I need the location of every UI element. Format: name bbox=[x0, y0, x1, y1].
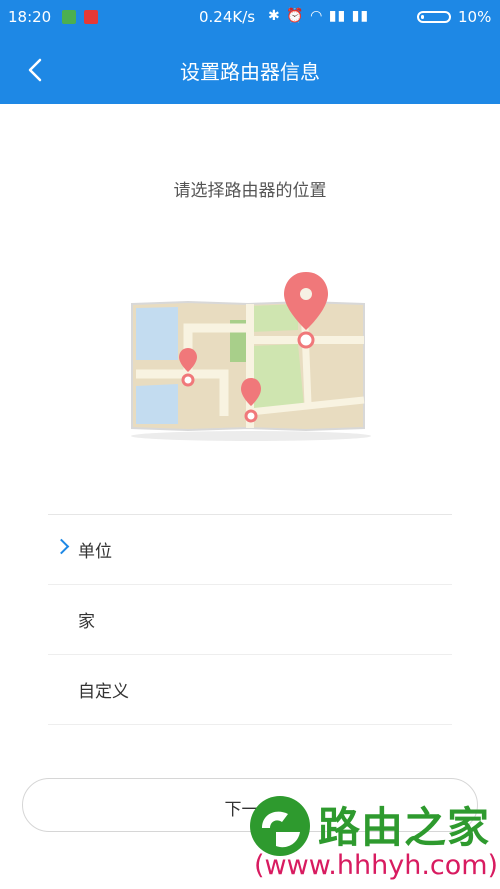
map-location-illustration bbox=[131, 272, 371, 441]
option-label: 家 bbox=[78, 612, 95, 632]
option-label: 单位 bbox=[78, 542, 112, 562]
app-notification-icon bbox=[84, 10, 98, 24]
system-status-icons: ✱ ⏰ ◠ ▮▮ ▮▮ bbox=[268, 8, 369, 24]
alarm-icon: ⏰ bbox=[286, 8, 305, 24]
status-time: 18:20 bbox=[8, 8, 52, 26]
network-speed: 0.24K/s bbox=[199, 8, 256, 26]
option-home[interactable]: 家 bbox=[48, 585, 452, 655]
title-bar: 设置路由器信息 bbox=[0, 36, 500, 104]
shield-notification-icon bbox=[62, 10, 76, 24]
location-options: 单位 家 自定义 bbox=[48, 514, 452, 725]
watermark: 路由之家 (www.hhhyh.com) bbox=[246, 782, 500, 889]
option-custom[interactable]: 自定义 bbox=[48, 655, 452, 725]
watermark-brand: 路由之家 bbox=[318, 803, 491, 852]
signal-icon: ▮▮ bbox=[351, 8, 370, 24]
battery-level bbox=[421, 15, 424, 19]
watermark-url: (www.hhhyh.com) bbox=[254, 850, 499, 881]
option-work[interactable]: 单位 bbox=[48, 515, 452, 585]
signal-icon: ▮▮ bbox=[328, 8, 347, 24]
page-title: 设置路由器信息 bbox=[180, 60, 320, 84]
battery-percent: 10% bbox=[458, 8, 492, 26]
location-prompt: 请选择路由器的位置 bbox=[173, 181, 327, 201]
option-label: 自定义 bbox=[78, 682, 129, 702]
battery-icon bbox=[417, 11, 451, 23]
wifi-icon: ◠ bbox=[310, 8, 324, 24]
bluetooth-icon: ✱ bbox=[268, 8, 281, 24]
chevron-right-icon bbox=[53, 538, 70, 555]
status-bar: 18:20 0.24K/s ✱ ⏰ ◠ ▮▮ ▮▮ 10% bbox=[0, 0, 500, 36]
